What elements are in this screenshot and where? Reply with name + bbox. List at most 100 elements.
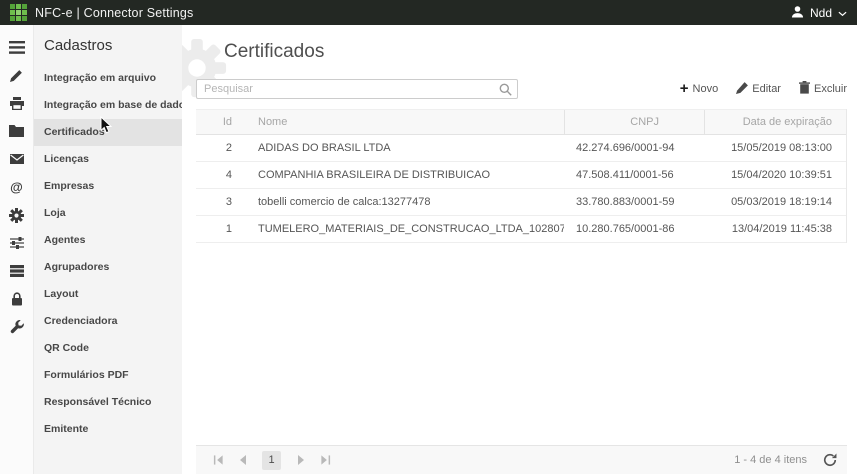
sliders-icon[interactable] — [0, 229, 33, 257]
table-actions: + Novo Editar Excluir — [680, 81, 847, 97]
ndd-logo — [10, 4, 27, 21]
cell-id: 3 — [196, 196, 246, 208]
sidebar-item-emitente[interactable]: Emitente — [34, 416, 182, 443]
pagination-summary: 1 - 4 de 4 itens — [734, 454, 807, 466]
sidebar-item-qr-code[interactable]: QR Code — [34, 335, 182, 362]
search-icon[interactable] — [499, 83, 512, 101]
sidebar-item-formularios-pdf[interactable]: Formulários PDF — [34, 362, 182, 389]
table-body: 2 ADIDAS DO BRASIL LTDA 42.274.696/0001-… — [196, 135, 846, 243]
sidebar-item-label: Layout — [44, 288, 78, 300]
sidebar-item-agentes[interactable]: Agentes — [34, 227, 182, 254]
plus-icon: + — [680, 83, 689, 95]
sidebar-title: Cadastros — [34, 25, 182, 65]
sidebar-item-label: Empresas — [44, 180, 94, 192]
mail-icon[interactable] — [0, 145, 33, 173]
printer-icon[interactable] — [0, 89, 33, 117]
icon-rail: @ — [0, 25, 34, 474]
pencil-icon — [736, 82, 748, 97]
folder-icon[interactable] — [0, 117, 33, 145]
sidebar-item-credenciadora[interactable]: Credenciadora — [34, 308, 182, 335]
sidebar-item-agrupadores[interactable]: Agrupadores — [34, 254, 182, 281]
sidebar: Cadastros Integração em arquivoIntegraçã… — [34, 25, 182, 474]
sidebar-item-certificados[interactable]: Certificados — [34, 119, 182, 146]
cell-id: 4 — [196, 169, 246, 181]
table-row[interactable]: 4 COMPANHIA BRASILEIRA DE DISTRIBUICAO 4… — [196, 162, 846, 189]
cell-nome: ADIDAS DO BRASIL LTDA — [246, 142, 564, 154]
sidebar-item-label: Certificados — [44, 126, 105, 138]
sidebar-item-integracao-em-arquivo[interactable]: Integração em arquivo — [34, 65, 182, 92]
sidebar-item-label: QR Code — [44, 342, 89, 354]
svg-text:@: @ — [10, 180, 23, 195]
sidebar-item-label: Integração em base de dados — [44, 99, 182, 111]
app-title: NFC-e | Connector Settings — [35, 6, 194, 20]
edit-button-label: Editar — [752, 83, 781, 95]
chevron-down-icon — [838, 6, 847, 20]
app-window: NFC-e | Connector Settings Ndd @ Cadastr… — [0, 0, 857, 474]
next-page-icon[interactable] — [289, 450, 313, 470]
sidebar-item-label: Credenciadora — [44, 315, 118, 327]
cell-nome: COMPANHIA BRASILEIRA DE DISTRIBUICAO — [246, 169, 564, 181]
delete-button[interactable]: Excluir — [799, 81, 847, 97]
edit-button[interactable]: Editar — [736, 81, 781, 97]
new-button-label: Novo — [693, 83, 719, 95]
user-menu[interactable]: Ndd — [791, 5, 847, 21]
new-button[interactable]: + Novo — [680, 81, 718, 97]
sidebar-item-label: Agentes — [44, 234, 85, 246]
sidebar-item-label: Loja — [44, 207, 66, 219]
menu-icon[interactable] — [0, 33, 33, 61]
first-page-icon[interactable] — [206, 450, 230, 470]
pen-icon[interactable] — [0, 61, 33, 89]
table-row[interactable]: 1 TUMELERO_MATERIAIS_DE_CONSTRUCAO_LTDA_… — [196, 216, 846, 243]
search-input[interactable] — [196, 79, 518, 99]
cell-cnpj: 33.780.883/0001-59 — [564, 196, 704, 208]
sidebar-item-empresas[interactable]: Empresas — [34, 173, 182, 200]
at-icon[interactable]: @ — [0, 173, 33, 201]
sidebar-item-label: Agrupadores — [44, 261, 109, 273]
cell-expiracao: 15/05/2019 08:13:00 — [704, 142, 846, 154]
rows-icon[interactable] — [0, 257, 33, 285]
user-icon — [791, 5, 804, 21]
cell-expiracao: 05/03/2019 18:19:14 — [704, 196, 846, 208]
column-header-id[interactable]: Id — [196, 110, 246, 134]
table-row[interactable]: 2 ADIDAS DO BRASIL LTDA 42.274.696/0001-… — [196, 135, 846, 162]
wrench-icon[interactable] — [0, 313, 33, 341]
certificates-table: Id Nome CNPJ Data de expiração 2 ADIDAS … — [196, 109, 847, 243]
sidebar-item-licencas[interactable]: Licenças — [34, 146, 182, 173]
table-header: Id Nome CNPJ Data de expiração — [196, 109, 846, 135]
cell-cnpj: 42.274.696/0001-94 — [564, 142, 704, 154]
sidebar-item-responsavel-tecnico[interactable]: Responsável Técnico — [34, 389, 182, 416]
cell-cnpj: 47.508.411/0001-56 — [564, 169, 704, 181]
gear-icon[interactable] — [0, 201, 33, 229]
column-header-nome[interactable]: Nome — [246, 110, 564, 134]
sidebar-item-integracao-em-base-de-dados[interactable]: Integração em base de dados — [34, 92, 182, 119]
sidebar-item-layout[interactable]: Layout — [34, 281, 182, 308]
prev-page-icon[interactable] — [230, 450, 254, 470]
table-row[interactable]: 3 tobelli comercio de calca:13277478 33.… — [196, 189, 846, 216]
toolbar-row: + Novo Editar Excluir — [196, 79, 847, 99]
page-title: Certificados — [224, 41, 857, 63]
delete-button-label: Excluir — [814, 83, 847, 95]
sidebar-item-loja[interactable]: Loja — [34, 200, 182, 227]
pagination-bar: 1 1 - 4 de 4 itens — [196, 445, 847, 474]
cell-id: 1 — [196, 223, 246, 235]
trash-icon — [799, 81, 810, 97]
sidebar-item-label: Integração em arquivo — [44, 72, 156, 84]
pagination-info: 1 - 4 de 4 itens — [734, 453, 837, 467]
sidebar-item-label: Responsável Técnico — [44, 396, 151, 408]
sidebar-item-label: Licenças — [44, 153, 89, 165]
lock-icon[interactable] — [0, 285, 33, 313]
column-header-cnpj[interactable]: CNPJ — [564, 110, 704, 134]
cell-expiracao: 15/04/2020 10:39:51 — [704, 169, 846, 181]
cell-id: 2 — [196, 142, 246, 154]
sidebar-menu: Integração em arquivo Integração em base … — [34, 65, 182, 443]
topbar: NFC-e | Connector Settings Ndd — [0, 0, 857, 25]
refresh-icon[interactable] — [823, 453, 837, 467]
cell-nome: tobelli comercio de calca:13277478 — [246, 196, 564, 208]
cell-expiracao: 13/04/2019 11:45:38 — [704, 223, 846, 235]
last-page-icon[interactable] — [313, 450, 337, 470]
cell-cnpj: 10.280.765/0001-86 — [564, 223, 704, 235]
page-number[interactable]: 1 — [262, 451, 281, 470]
main-content: Certificados + Novo Editar — [182, 25, 857, 474]
search-box — [196, 79, 518, 99]
column-header-expiracao[interactable]: Data de expiração — [704, 110, 846, 134]
